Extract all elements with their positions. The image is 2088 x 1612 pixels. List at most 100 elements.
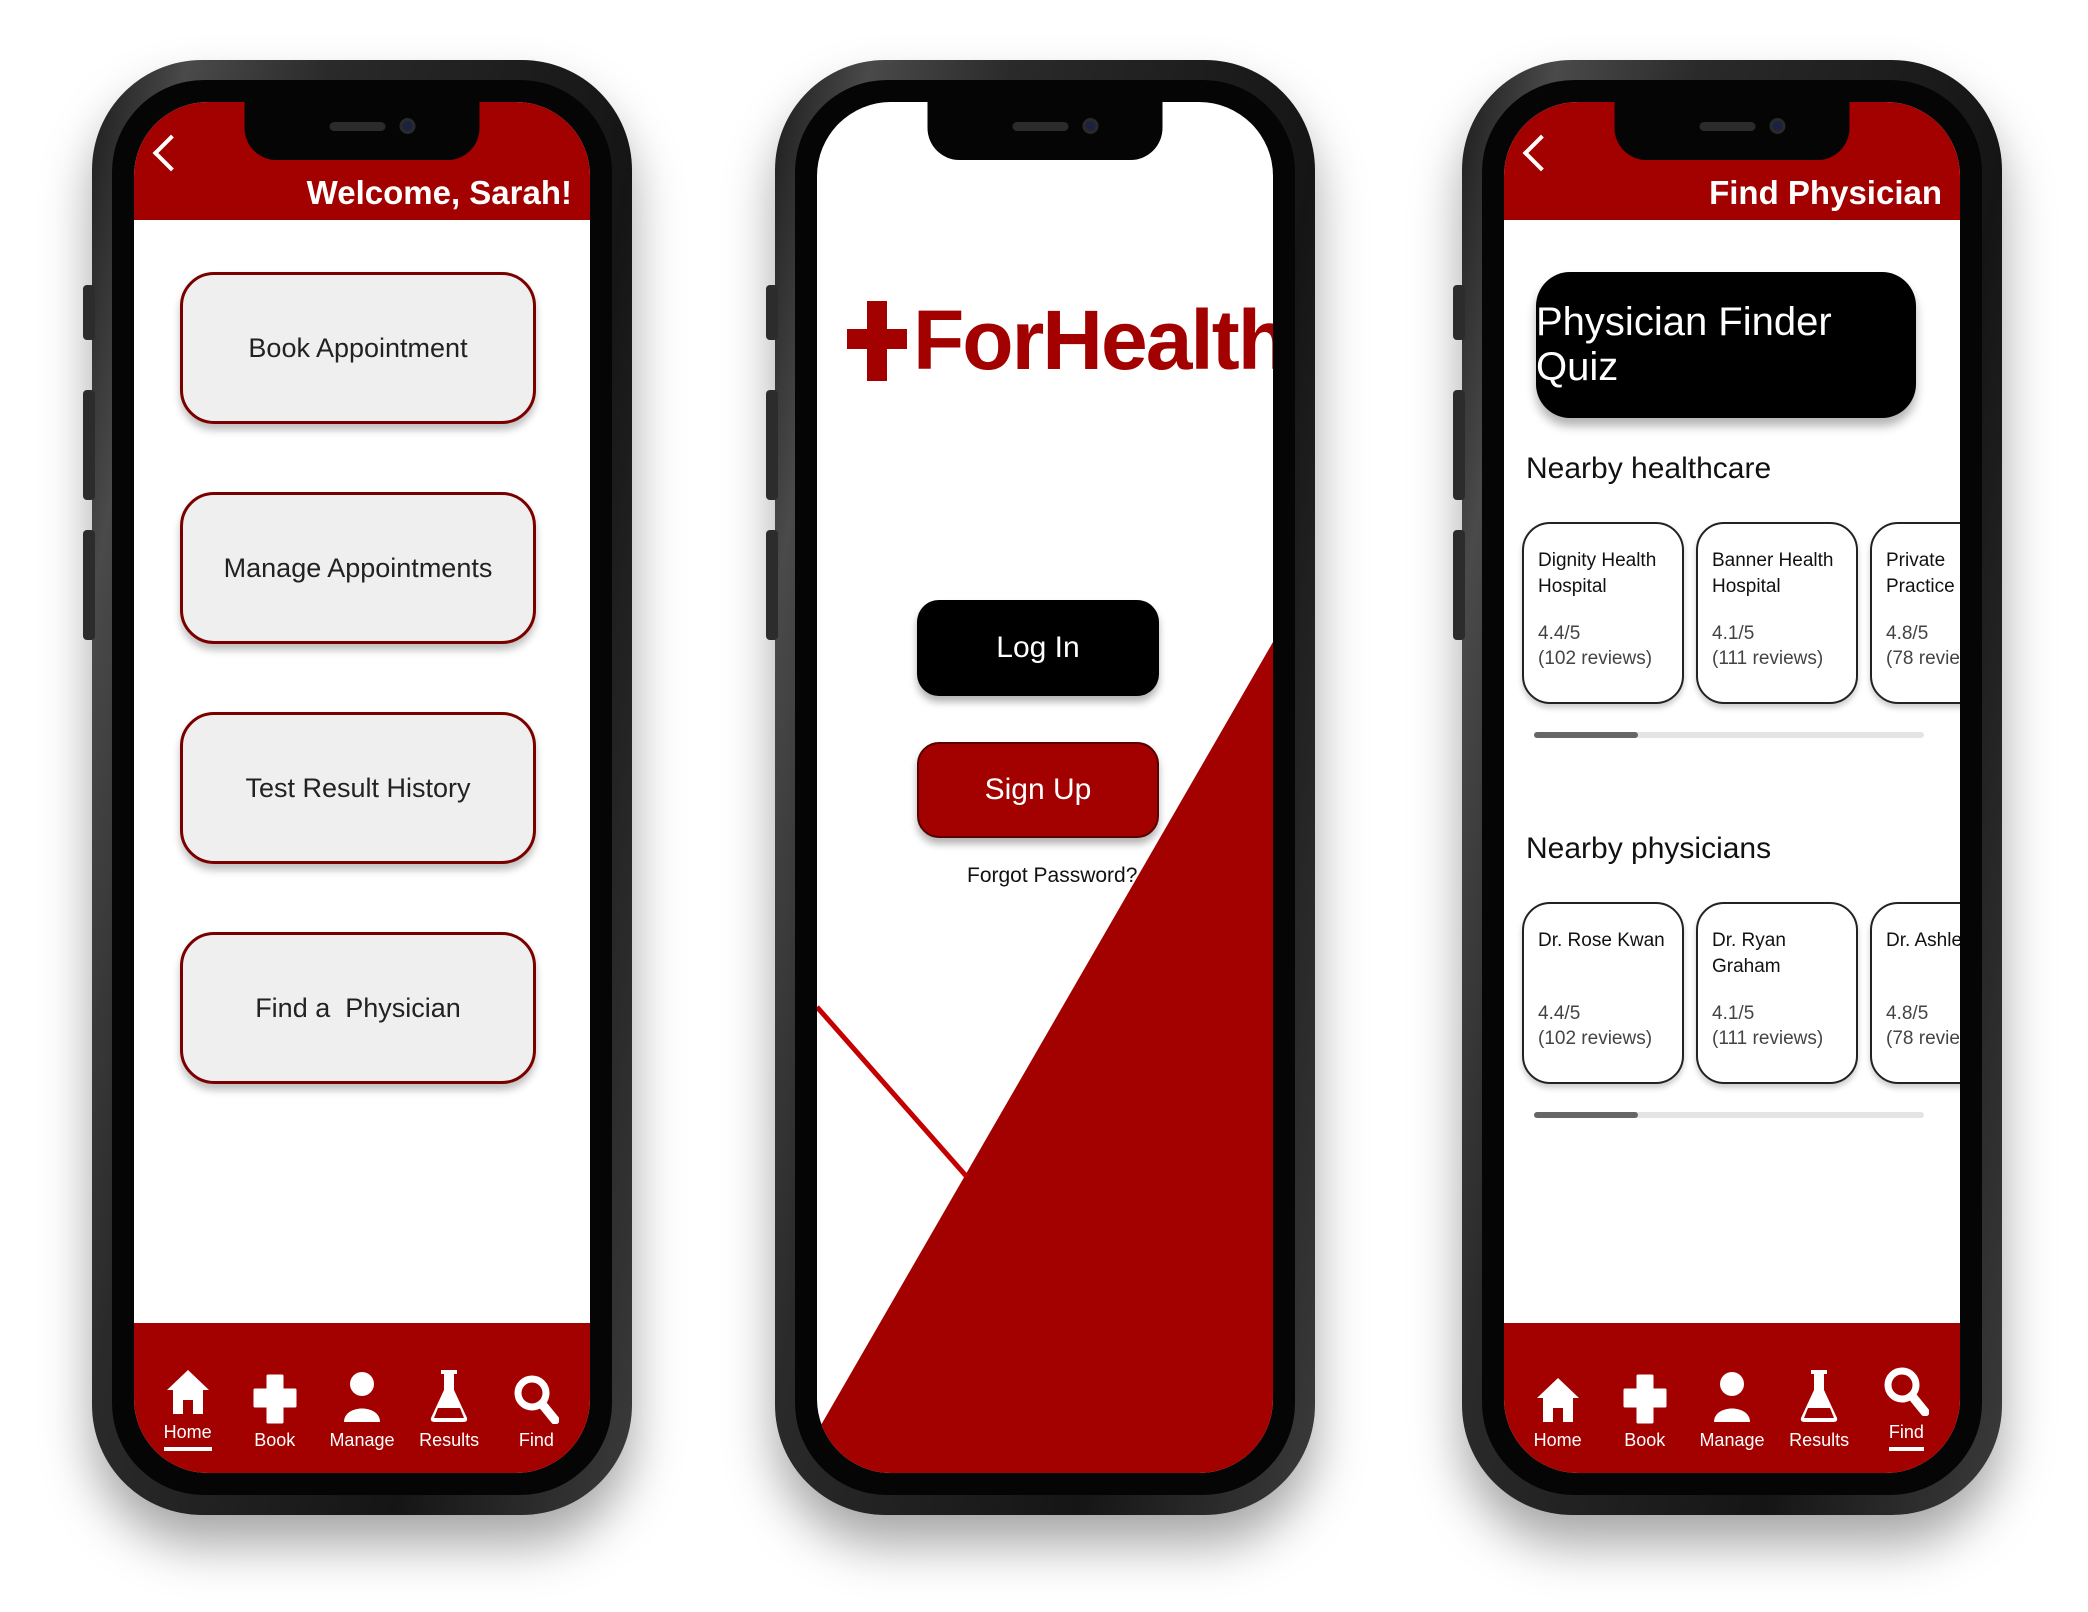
tab-label: Manage xyxy=(1699,1430,1765,1450)
card-rating: 4.1/5 xyxy=(1712,1003,1755,1024)
volume-down-button xyxy=(1453,530,1465,640)
physician-card[interactable]: Dr. Rose Kwan 4.4/5 (102 reviews) xyxy=(1522,902,1684,1084)
card-rating: 4.8/5 xyxy=(1886,1003,1929,1024)
card-name: Private Practice xyxy=(1886,550,1955,597)
tab-label: Results xyxy=(1789,1430,1850,1450)
forgot-password-link[interactable]: Forgot Password? xyxy=(967,864,1137,888)
tab-results[interactable]: Results xyxy=(1777,1366,1861,1451)
home-screen: Welcome, Sarah! Book Appointment Manage … xyxy=(134,102,590,1473)
find-screen: Find Physician Physician Finder Quiz Nea… xyxy=(1504,102,1960,1473)
phone-bezel: Welcome, Sarah! Book Appointment Manage … xyxy=(112,80,612,1495)
find-physician-button[interactable]: Find a Physician xyxy=(180,932,536,1084)
card-reviews: (102 reviews) xyxy=(1538,647,1653,669)
healthcare-card[interactable]: Private Practice 4.8/5 (78 reviews) xyxy=(1870,522,1960,704)
flask-icon xyxy=(1799,1366,1839,1424)
medical-cross-icon xyxy=(253,1366,297,1424)
camera xyxy=(399,118,416,134)
card-rating: 4.4/5 xyxy=(1538,1003,1581,1024)
tab-label: Home xyxy=(163,1422,212,1451)
phone-bezel: ForHealth Log In Sign Up Forgot Password… xyxy=(795,80,1295,1495)
phone-find: Find Physician Physician Finder Quiz Nea… xyxy=(1453,60,2002,1515)
volume-up-button xyxy=(1453,390,1465,500)
welcome-title: Welcome, Sarah! xyxy=(306,174,572,211)
healthcare-scrollbar[interactable] xyxy=(1534,732,1924,738)
notch xyxy=(927,102,1163,160)
tab-find[interactable]: Find xyxy=(494,1366,578,1451)
speaker xyxy=(1012,122,1069,131)
mute-switch xyxy=(83,285,95,340)
search-icon xyxy=(1883,1358,1930,1416)
home-icon xyxy=(165,1358,211,1416)
scrollbar-thumb[interactable] xyxy=(1534,1112,1638,1118)
tab-label: Manage xyxy=(329,1430,395,1450)
speaker xyxy=(1699,122,1756,131)
tab-label: Home xyxy=(1533,1430,1582,1450)
physician-card[interactable]: Dr. Ryan Graham 4.1/5 (111 reviews) xyxy=(1696,902,1858,1084)
scrollbar-thumb[interactable] xyxy=(1534,732,1638,738)
volume-down-button xyxy=(766,530,778,640)
tab-home[interactable]: Home xyxy=(1516,1366,1600,1451)
user-icon xyxy=(1712,1366,1752,1424)
tab-label: Book xyxy=(254,1430,296,1450)
card-reviews: (78 reviews) xyxy=(1886,1027,1960,1049)
camera xyxy=(1769,118,1786,134)
physician-card[interactable]: Dr. Ashley 4.8/5 (78 reviews) xyxy=(1870,902,1960,1084)
speaker xyxy=(329,122,386,131)
tab-label: Book xyxy=(1624,1430,1666,1450)
camera xyxy=(1082,118,1099,134)
tab-manage[interactable]: Manage xyxy=(1690,1366,1774,1451)
tab-home[interactable]: Home xyxy=(146,1358,230,1451)
card-rating: 4.4/5 xyxy=(1538,623,1581,644)
tab-bar: Home Book Manage Results Find xyxy=(134,1323,590,1473)
card-rating: 4.8/5 xyxy=(1886,623,1929,644)
physicians-scrollbar[interactable] xyxy=(1534,1112,1924,1118)
user-icon xyxy=(342,1366,382,1424)
find-title: Find Physician xyxy=(1709,174,1942,211)
medical-cross-icon xyxy=(1623,1366,1667,1424)
physician-card-list[interactable]: Dr. Rose Kwan 4.4/5 (102 reviews) Dr. Ry… xyxy=(1522,902,1960,1084)
physician-finder-quiz-button[interactable]: Physician Finder Quiz xyxy=(1536,272,1916,418)
healthcare-card[interactable]: Dignity Health Hospital 4.4/5 (102 revie… xyxy=(1522,522,1684,704)
book-appointment-button[interactable]: Book Appointment xyxy=(180,272,536,424)
flask-icon xyxy=(429,1366,469,1424)
phone-bezel: Find Physician Physician Finder Quiz Nea… xyxy=(1482,80,1982,1495)
phone-login: ForHealth Log In Sign Up Forgot Password… xyxy=(766,60,1315,1515)
tab-label: Find xyxy=(518,1430,554,1450)
volume-up-button xyxy=(83,390,95,500)
tab-label: Results xyxy=(419,1430,480,1450)
search-icon xyxy=(513,1366,560,1424)
tab-results[interactable]: Results xyxy=(407,1366,491,1451)
test-result-history-button[interactable]: Test Result History xyxy=(180,712,536,864)
back-arrow-icon[interactable] xyxy=(1522,134,1560,172)
back-arrow-icon[interactable] xyxy=(152,134,190,172)
tab-bar: Home Book Manage Results Find xyxy=(1504,1323,1960,1473)
tab-book[interactable]: Book xyxy=(1603,1366,1687,1451)
card-reviews: (111 reviews) xyxy=(1712,647,1824,669)
card-name: Dr. Rose Kwan xyxy=(1538,930,1665,951)
notch xyxy=(1614,102,1850,160)
nearby-healthcare-title: Nearby healthcare xyxy=(1526,452,1772,485)
card-name: Dignity Health Hospital xyxy=(1538,550,1657,597)
volume-up-button xyxy=(766,390,778,500)
tab-book[interactable]: Book xyxy=(233,1366,317,1451)
phone-home: Welcome, Sarah! Book Appointment Manage … xyxy=(83,60,632,1515)
manage-appointments-button[interactable]: Manage Appointments xyxy=(180,492,536,644)
card-name: Banner Health Hospital xyxy=(1712,550,1834,597)
tab-find[interactable]: Find xyxy=(1864,1358,1948,1451)
volume-down-button xyxy=(83,530,95,640)
tab-label: Find xyxy=(1888,1422,1924,1451)
healthcare-card-list[interactable]: Dignity Health Hospital 4.4/5 (102 revie… xyxy=(1522,522,1960,704)
healthcare-card[interactable]: Banner Health Hospital 4.1/5 (111 review… xyxy=(1696,522,1858,704)
logo-text: ForHealth xyxy=(913,293,1273,387)
login-screen: ForHealth Log In Sign Up Forgot Password… xyxy=(817,102,1273,1473)
card-reviews: (111 reviews) xyxy=(1712,1027,1824,1049)
mute-switch xyxy=(766,285,778,340)
card-reviews: (102 reviews) xyxy=(1538,1027,1653,1049)
login-button[interactable]: Log In xyxy=(917,600,1159,696)
home-icon xyxy=(1535,1366,1581,1424)
forhealth-logo: ForHealth xyxy=(845,292,1273,389)
mute-switch xyxy=(1453,285,1465,340)
signup-button[interactable]: Sign Up xyxy=(917,742,1159,838)
tab-manage[interactable]: Manage xyxy=(320,1366,404,1451)
red-cross-icon xyxy=(847,300,907,381)
